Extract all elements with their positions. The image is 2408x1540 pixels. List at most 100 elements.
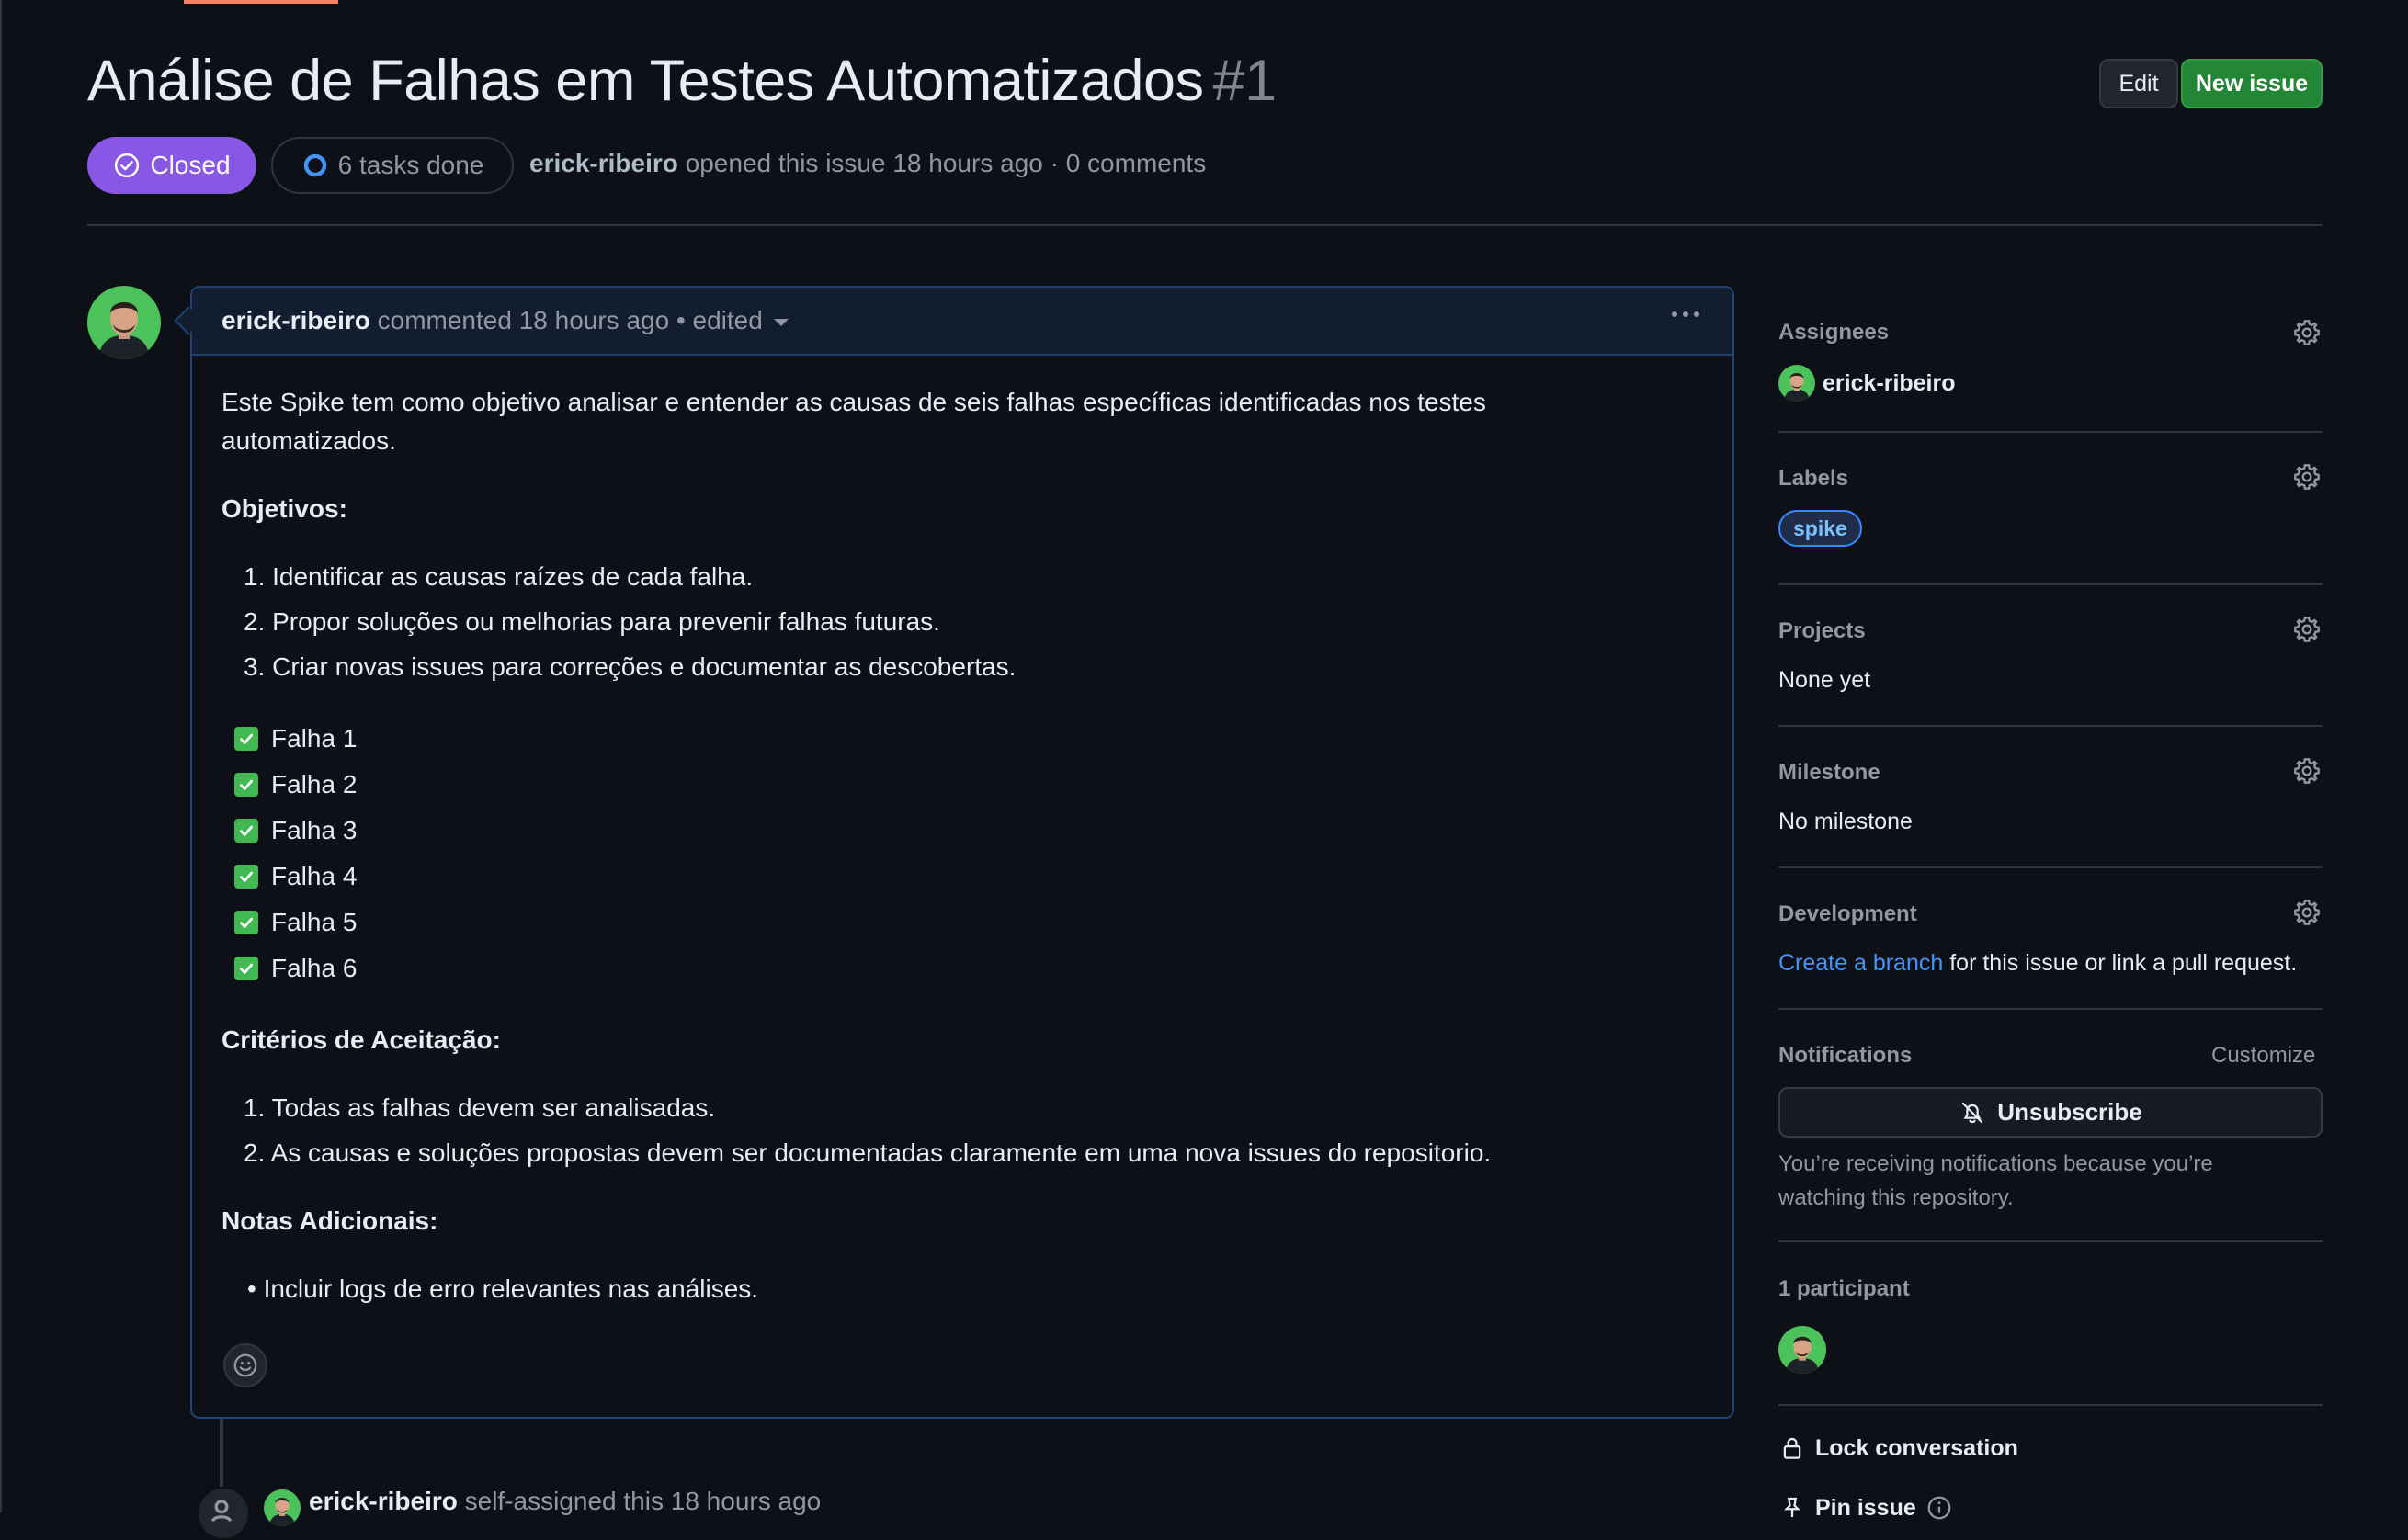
task-label: Falha 6 bbox=[271, 954, 358, 982]
intro-text-2: automatizados. bbox=[221, 426, 396, 455]
person-icon bbox=[197, 1487, 250, 1540]
assignee-name[interactable]: erick-ribeiro bbox=[1823, 370, 1956, 397]
header-divider bbox=[87, 224, 2323, 226]
timeline-author[interactable]: erick-ribeiro bbox=[309, 1487, 458, 1515]
task-item[interactable]: Falha 4 bbox=[234, 862, 357, 891]
status-label: Closed bbox=[150, 151, 231, 179]
add-reaction-button[interactable] bbox=[223, 1343, 267, 1387]
pin-label: Pin issue bbox=[1815, 1494, 1916, 1521]
comment-author[interactable]: erick-ribeiro bbox=[221, 306, 370, 334]
sidebar-divider bbox=[1778, 1404, 2323, 1406]
tasks-progress-pill[interactable]: 6 tasks done bbox=[271, 137, 514, 194]
task-item[interactable]: Falha 1 bbox=[234, 724, 357, 753]
gear-icon[interactable] bbox=[2292, 462, 2322, 492]
list-item: 2. Propor soluções ou melhorias para pre… bbox=[244, 607, 940, 636]
unsubscribe-label: Unsubscribe bbox=[1997, 1098, 2142, 1126]
assignees-heading[interactable]: Assignees bbox=[1778, 320, 1889, 345]
issue-number: #1 bbox=[1212, 49, 1278, 113]
lock-label: Lock conversation bbox=[1815, 1434, 2018, 1461]
smiley-icon bbox=[233, 1353, 257, 1377]
task-item[interactable]: Falha 3 bbox=[234, 816, 357, 845]
status-badge: Closed bbox=[87, 137, 256, 194]
new-issue-button[interactable]: New issue bbox=[2181, 59, 2323, 108]
checkbox-checked-icon[interactable] bbox=[234, 911, 258, 934]
lock-conversation-button[interactable]: Lock conversation bbox=[1778, 1434, 2018, 1462]
issue-meta: erick-ribeiro opened this issue 18 hours… bbox=[529, 149, 1206, 178]
author-link[interactable]: erick-ribeiro bbox=[529, 149, 678, 177]
timeline-event-text: self-assigned this 18 hours ago bbox=[464, 1487, 822, 1515]
avatar[interactable] bbox=[1778, 365, 1815, 402]
page-title: Análise de Falhas em Testes Automatizado… bbox=[87, 48, 1277, 114]
intro-text: Este Spike tem como objetivo analisar e … bbox=[221, 388, 1486, 416]
gear-icon[interactable] bbox=[2292, 615, 2322, 644]
more-options-icon[interactable] bbox=[1672, 311, 1699, 317]
labels-heading[interactable]: Labels bbox=[1778, 466, 1848, 492]
progress-circle-icon bbox=[303, 153, 326, 177]
checkbox-checked-icon[interactable] bbox=[234, 865, 258, 889]
milestone-value: No milestone bbox=[1778, 809, 1913, 834]
opened-text: opened this issue 18 hours ago · 0 comme… bbox=[685, 149, 1207, 177]
sidebar-divider bbox=[1778, 583, 2323, 585]
comment-meta: erick-ribeiro commented 18 hours ago • e… bbox=[221, 306, 789, 335]
comment-box: erick-ribeiro commented 18 hours ago • e… bbox=[190, 286, 1734, 1419]
projects-heading[interactable]: Projects bbox=[1778, 618, 1866, 644]
comment-header: erick-ribeiro commented 18 hours ago • e… bbox=[192, 288, 1732, 356]
list-item: 1. Todas as falhas devem ser analisadas. bbox=[244, 1093, 716, 1122]
lock-icon bbox=[1783, 1437, 1801, 1459]
customize-link[interactable]: Customize bbox=[2211, 1043, 2315, 1069]
list-item: 2. As causas e soluções propostas devem … bbox=[244, 1138, 1492, 1167]
comment-time[interactable]: commented 18 hours ago • edited bbox=[378, 306, 763, 334]
sidebar-divider bbox=[1778, 1008, 2323, 1010]
chevron-down-icon[interactable] bbox=[773, 318, 789, 326]
pin-icon bbox=[1784, 1497, 1800, 1517]
checkbox-checked-icon[interactable] bbox=[234, 727, 258, 751]
notifications-heading: Notifications bbox=[1778, 1043, 1913, 1068]
gear-icon[interactable] bbox=[2292, 898, 2322, 927]
avatar[interactable] bbox=[87, 286, 161, 359]
list-item: • Incluir logs de erro relevantes nas an… bbox=[247, 1274, 759, 1303]
sidebar-divider bbox=[1778, 1240, 2323, 1242]
unsubscribe-button[interactable]: Unsubscribe bbox=[1778, 1087, 2323, 1138]
bell-slash-icon bbox=[1962, 1102, 1983, 1123]
avatar[interactable] bbox=[1778, 1326, 1826, 1374]
participants-heading: 1 participant bbox=[1778, 1276, 1910, 1301]
timeline-event: erick-ribeiro self-assigned this 18 hour… bbox=[309, 1487, 821, 1516]
checkbox-checked-icon[interactable] bbox=[234, 957, 258, 980]
sidebar-divider bbox=[1778, 866, 2323, 868]
top-nav-accent bbox=[184, 0, 338, 4]
task-item[interactable]: Falha 6 bbox=[234, 954, 357, 983]
create-branch-link[interactable]: Create a branch bbox=[1778, 950, 1943, 976]
checkbox-checked-icon[interactable] bbox=[234, 773, 258, 797]
check-circle-icon bbox=[115, 153, 140, 178]
avatar[interactable] bbox=[264, 1489, 301, 1526]
objetivos-heading: Objetivos: bbox=[221, 494, 347, 523]
task-label: Falha 1 bbox=[271, 724, 358, 753]
task-label: Falha 3 bbox=[271, 816, 358, 844]
criterios-heading: Critérios de Aceitação: bbox=[221, 1025, 501, 1054]
milestone-heading[interactable]: Milestone bbox=[1778, 760, 1880, 786]
sidebar-divider bbox=[1778, 431, 2323, 433]
info-icon[interactable] bbox=[1925, 1494, 1953, 1522]
task-label: Falha 2 bbox=[271, 770, 358, 798]
development-heading[interactable]: Development bbox=[1778, 901, 1917, 927]
notification-reason: You’re receiving notifications because y… bbox=[1778, 1151, 2213, 1210]
checkbox-checked-icon[interactable] bbox=[234, 819, 258, 843]
development-text: Create a branch for this issue or link a… bbox=[1778, 950, 2297, 977]
sidebar-divider bbox=[1778, 725, 2323, 727]
window-frame bbox=[0, 0, 2, 1512]
edit-button[interactable]: Edit bbox=[2099, 59, 2178, 108]
list-item: 1. Identificar as causas raízes de cada … bbox=[244, 562, 754, 591]
gear-icon[interactable] bbox=[2292, 756, 2322, 786]
task-label: Falha 5 bbox=[271, 908, 358, 936]
tasks-label: 6 tasks done bbox=[337, 151, 484, 179]
development-rest: for this issue or link a pull request. bbox=[1949, 950, 2298, 976]
list-item: 3. Criar novas issues para correções e d… bbox=[244, 652, 1017, 681]
task-item[interactable]: Falha 2 bbox=[234, 770, 357, 799]
gear-icon[interactable] bbox=[2292, 318, 2322, 347]
issue-title: Análise de Falhas em Testes Automatizado… bbox=[87, 49, 1204, 113]
task-item[interactable]: Falha 5 bbox=[234, 908, 357, 937]
notas-heading: Notas Adicionais: bbox=[221, 1206, 438, 1235]
label-spike[interactable]: spike bbox=[1778, 510, 1862, 547]
task-label: Falha 4 bbox=[271, 862, 358, 890]
pin-issue-button[interactable]: Pin issue bbox=[1778, 1494, 1953, 1522]
